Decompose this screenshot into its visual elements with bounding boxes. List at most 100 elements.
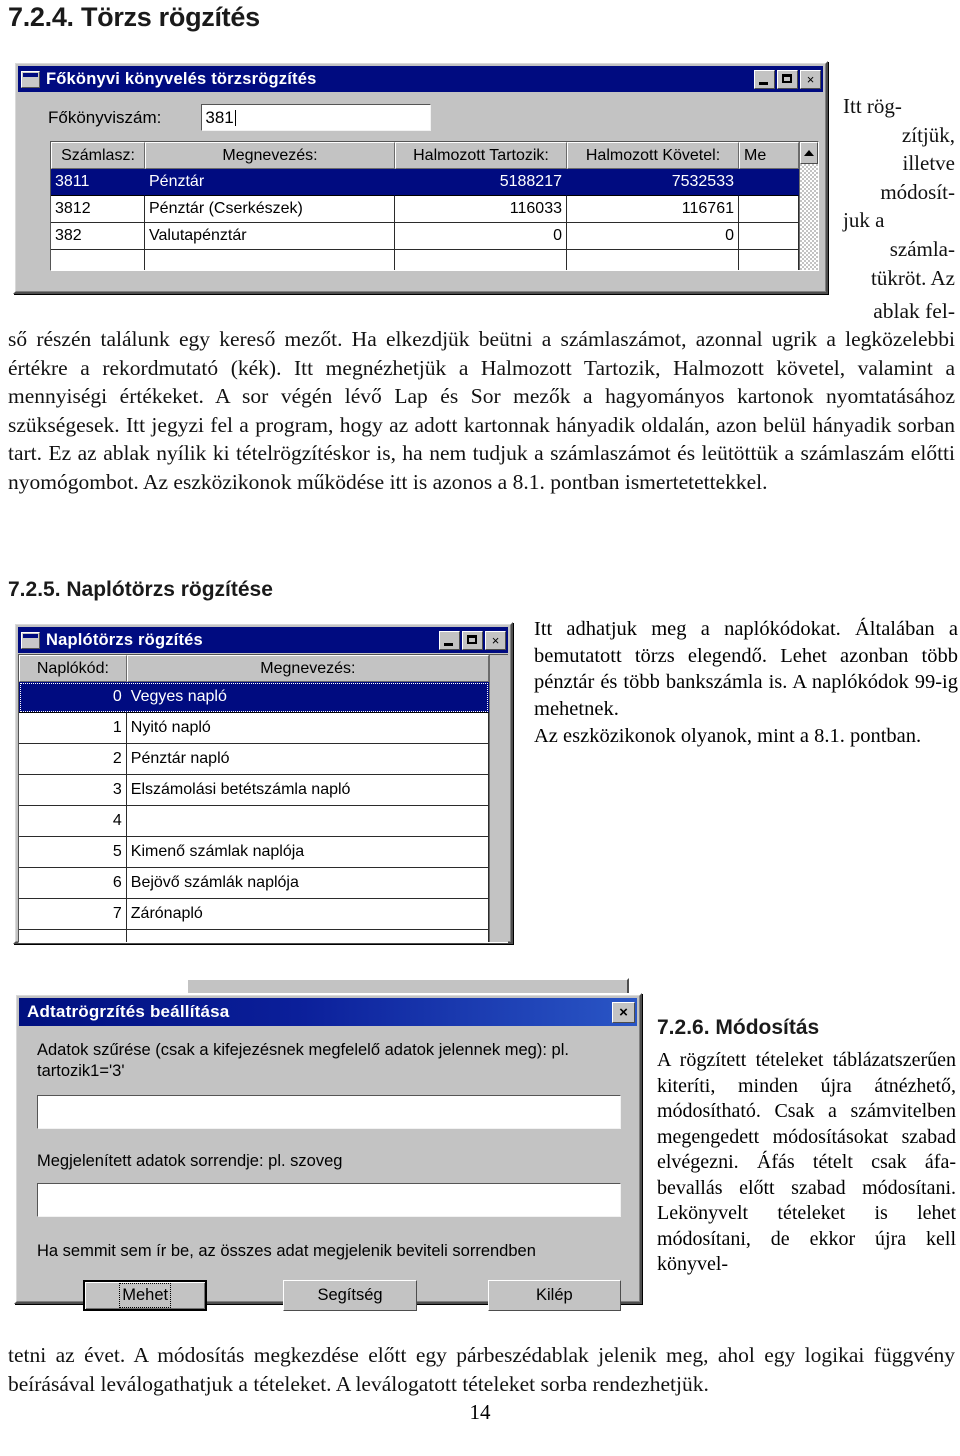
filter-input[interactable]	[37, 1095, 621, 1129]
window-titlebar[interactable]: Naplótörzs rögzítés ×	[18, 627, 508, 653]
segitseg-button[interactable]: Segítség	[283, 1280, 417, 1311]
maximize-button[interactable]	[462, 630, 483, 650]
table-row[interactable]: 382 Valutapénztár 0 0	[51, 223, 799, 250]
dialog-content: Adatok szűrése (csak a kifejezésnek megf…	[19, 1026, 637, 1311]
cell-tartozik	[395, 250, 567, 270]
cell-megnevezes: Vegyes napló	[126, 682, 489, 713]
cell-szamlasz: 3811	[51, 169, 145, 196]
cell-tartozik: 116033	[395, 196, 567, 223]
close-button[interactable]: ×	[612, 1001, 635, 1023]
mehet-button-label: Mehet	[119, 1283, 172, 1308]
body-paragraph-726-tail: tetni az évet. A módosítás megkezdése el…	[8, 1343, 955, 1396]
cell-megnevezes: Kimenő számlak naplója	[126, 837, 489, 868]
accounts-grid-header: Számlasz: Megnevezés: Halmozott Tartozik…	[51, 142, 799, 169]
list-item[interactable]: 2 Pénztár napló	[19, 744, 489, 775]
cell-szamlasz	[51, 250, 145, 270]
window-titlebar[interactable]: Főkönyvi könyvelés törzsrögzítés ×	[18, 66, 823, 92]
close-button[interactable]: ×	[485, 630, 506, 650]
cell-szamlasz: 3812	[51, 196, 145, 223]
fokonyviszam-input[interactable]: 381	[201, 104, 432, 131]
list-item[interactable]: 4	[19, 806, 489, 837]
window-titlebar[interactable]: Adtatrögrzítés beállítása ×	[19, 998, 637, 1026]
window-inner: Naplótörzs rögzítés × Naplókód: Megnevez…	[15, 624, 511, 943]
table-row[interactable]	[51, 250, 799, 270]
naplo-grid-header: Naplókód: Megnevezés:	[19, 655, 489, 682]
scrollbar-track[interactable]	[800, 164, 818, 270]
minimize-button[interactable]	[439, 630, 460, 650]
mehet-button[interactable]: Mehet	[83, 1280, 208, 1311]
minimize-button[interactable]	[754, 69, 775, 89]
window-inner: Adtatrögrzítés beállítása × Adatok szűré…	[16, 995, 640, 1311]
page-number: 14	[469, 1400, 491, 1424]
kilep-button[interactable]: Kilép	[487, 1280, 621, 1311]
cell-megnevezes: Bejövő számlák naplója	[126, 868, 489, 899]
cell-megnevezes: Zárónapló	[126, 899, 489, 930]
cell-naplokod: 6	[19, 868, 127, 899]
window-adatrogzites-beallitasa[interactable]: Adtatrögrzítés beállítása × Adatok szűré…	[14, 993, 642, 1311]
list-item[interactable]: 0 Vegyes napló	[19, 682, 489, 713]
column-header-halmozott-kovetel[interactable]: Halmozott Követel:	[567, 142, 739, 169]
window-menu-icon[interactable]	[21, 631, 40, 649]
body-paragraph-725-b: Az eszközikonok olyanok, mint a 8.1. pon…	[534, 725, 922, 747]
list-item[interactable]: 3 Elszámolási betétszámla napló	[19, 775, 489, 806]
accounts-grid[interactable]: Számlasz: Megnevezés: Halmozott Tartozik…	[50, 141, 819, 271]
section-heading-726: 7.2.6. Módosítás	[657, 1016, 820, 1039]
cell-kovetel: 116761	[567, 196, 739, 223]
list-item[interactable]: 5 Kimenő számlak naplója	[19, 837, 489, 868]
side-note-line: zítjük,	[901, 122, 955, 147]
list-item[interactable]: 1 Nyitó napló	[19, 713, 489, 744]
order-input[interactable]	[37, 1183, 621, 1217]
column-header-megnevezes[interactable]: Megnevezés:	[145, 142, 395, 169]
cell-naplokod: 3	[19, 775, 127, 806]
side-note-line: illetve	[902, 151, 955, 176]
filter-label-line2: tartozik1='3'	[37, 1062, 125, 1080]
close-icon: ×	[491, 632, 500, 648]
filter-label-line1: Adatok szűrése (csak a kifejezésnek megf…	[37, 1041, 569, 1059]
side-note-724: Itt rög- zítjük, illetve módosít- juk a …	[843, 92, 955, 292]
window-controls: ×	[754, 69, 821, 89]
cell-kovetel	[567, 250, 739, 270]
cell-megnevezes	[145, 250, 395, 270]
body-paragraph-725: Itt adhatjuk meg a naplókódokat. Általáb…	[534, 618, 958, 720]
column-header-szamlasz[interactable]: Számlasz:	[51, 142, 145, 169]
window-naplotorzs[interactable]: Naplótörzs rögzítés × Naplókód: Megnevez…	[13, 622, 513, 944]
grid-vertical-scrollbar[interactable]	[489, 655, 508, 942]
column-header-me[interactable]: Me	[739, 142, 799, 169]
list-item[interactable]: 7 Zárónapló	[19, 899, 489, 930]
side-note-line: Itt rög-	[843, 94, 902, 118]
cell-megnevezes: Pénztár	[145, 169, 395, 196]
fokonyviszam-value: 381	[205, 107, 234, 127]
document-page: 7.2.4. Törzs rögzítés Főkönyvi könyvelés…	[0, 0, 960, 1456]
cell-me	[739, 169, 799, 196]
close-icon: ×	[806, 71, 815, 87]
window-title: Adtatrögrzítés beállítása	[27, 1002, 230, 1021]
cell-megnevezes	[127, 930, 489, 942]
list-item[interactable]: 6 Bejövő számlák naplója	[19, 868, 489, 899]
naplo-grid-body: Naplókód: Megnevezés: 0 Vegyes napló 1 N…	[19, 655, 489, 942]
window-fokonyvi-konyveles[interactable]: Főkönyvi könyvelés törzsrögzítés × Főkön…	[13, 61, 828, 294]
column-header-halmozott-tartozik[interactable]: Halmozott Tartozik:	[395, 142, 567, 169]
maximize-button[interactable]	[777, 69, 798, 89]
naplo-grid[interactable]: Naplókód: Megnevezés: 0 Vegyes napló 1 N…	[18, 654, 508, 943]
column-header-megnevezes[interactable]: Megnevezés:	[126, 655, 489, 682]
list-item[interactable]	[19, 930, 489, 942]
table-row[interactable]: 3811 Pénztár 5188217 7532533	[51, 169, 799, 196]
table-row[interactable]: 3812 Pénztár (Cserkészek) 116033 116761	[51, 196, 799, 223]
scroll-up-button[interactable]	[800, 142, 818, 164]
window-title: Főkönyvi könyvelés törzsrögzítés	[46, 69, 317, 88]
window-controls: ×	[612, 1001, 635, 1023]
cell-naplokod: 2	[19, 744, 127, 775]
cell-megnevezes: Valutapénztár	[145, 223, 395, 250]
window-menu-icon[interactable]	[21, 70, 40, 88]
side-note-line: módosít-	[880, 179, 955, 204]
cell-megnevezes	[126, 806, 489, 837]
grid-vertical-scrollbar[interactable]	[799, 142, 818, 270]
window-controls: ×	[439, 630, 506, 650]
column-header-naplokod[interactable]: Naplókód:	[19, 655, 127, 682]
scrollbar-track[interactable]	[490, 655, 508, 942]
close-icon: ×	[619, 1003, 628, 1021]
window-inner: Főkönyvi könyvelés törzsrögzítés × Főkön…	[15, 63, 826, 292]
side-note-line: számla-	[889, 236, 955, 261]
cell-naplokod: 0	[19, 682, 127, 713]
close-button[interactable]: ×	[800, 69, 821, 89]
